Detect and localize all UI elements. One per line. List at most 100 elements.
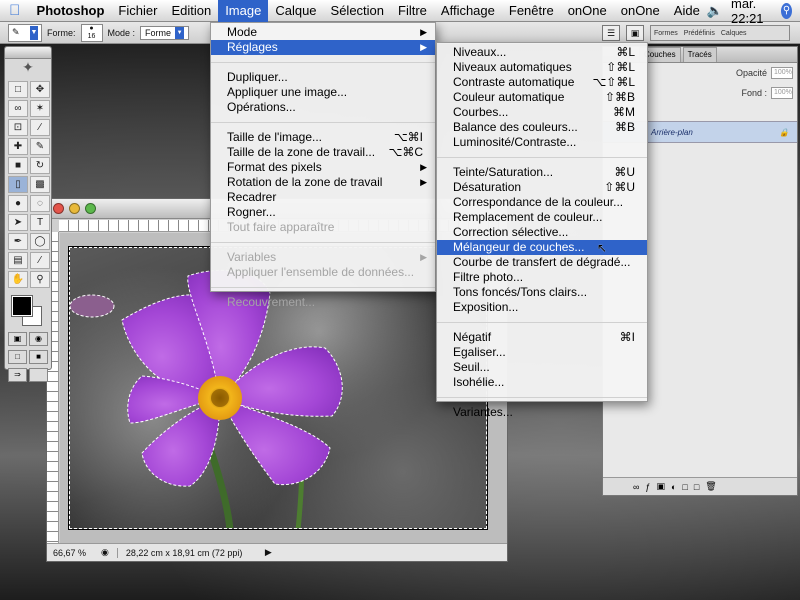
reglages-menu-item-niveaux[interactable]: Niveaux... ⌘L [437,45,647,60]
menu-clock[interactable]: mar. 22:21 [731,0,773,26]
adjustment-layer-icon[interactable]: ◐ [671,482,676,492]
jump-to-imageready-icon[interactable]: ⇒ [8,368,27,382]
menu-app-photoshop[interactable]: Photoshop [30,0,112,22]
mode-select[interactable]: Forme ▼ [140,25,190,40]
screen-mode-standard-icon[interactable]: □ [8,350,27,364]
shape-tool-icon[interactable]: ◯ [30,233,50,250]
reglages-menu-item-melangeur-de-couches[interactable]: Mélangeur de couches... ↖ [437,240,647,255]
eraser-tool-icon[interactable]: ▯ [8,176,28,193]
menu-filtre[interactable]: Filtre [391,0,434,22]
reglages-menu-item-balance-des-couleurs[interactable]: Balance des couleurs... ⌘B [437,120,647,135]
zoom-window-icon[interactable] [85,203,96,214]
image-menu-item-appliquer-une-image[interactable]: Appliquer une image... [211,85,435,100]
image-menu-item-rotation-de-la-zone-de-travail[interactable]: Rotation de la zone de travail ▶ [211,175,435,190]
palette-well-tab-formes[interactable]: Formes [651,26,681,40]
feather-logo-icon[interactable]: ✦ [5,59,51,79]
palette-well-tab-calques[interactable]: Calques [718,26,750,40]
gradient-tool-icon[interactable]: ▩ [30,176,50,193]
reglages-menu-item-correspondance-de-la-couleur[interactable]: Correspondance de la couleur... [437,195,647,210]
quick-mask-mode-icon[interactable]: ◉ [29,332,48,346]
reglages-menu-item-filtre-photo[interactable]: Filtre photo... [437,270,647,285]
zoom-tool-icon[interactable]: ⚲ [30,271,50,288]
status-icon[interactable]: ◉ [101,547,109,558]
zoom-level[interactable]: 66,67 % [53,548,93,558]
magic-wand-tool-icon[interactable]: ✶ [30,100,50,117]
menu-calque[interactable]: Calque [268,0,323,22]
minimize-window-icon[interactable] [69,203,80,214]
image-menu-item-recadrer[interactable]: Recadrer [211,190,435,205]
reglages-menu-item-negatif[interactable]: Négatif ⌘I [437,330,647,345]
brush-size-picker[interactable]: ● 16 [80,23,103,42]
menu-fichier[interactable]: Fichier [111,0,164,22]
foreground-color-swatch[interactable] [11,295,33,317]
new-group-icon[interactable]: □ [682,482,687,492]
palette-toggle-button[interactable]: ▣ [626,24,644,41]
image-menu-item-dupliquer[interactable]: Dupliquer... [211,70,435,85]
opacity-field[interactable]: 100% [771,67,793,79]
link-layers-icon[interactable]: ∞ [633,482,639,492]
image-menu-item-rogner[interactable]: Rogner... [211,205,435,220]
image-menu-item-mode[interactable]: Mode ▶ [211,25,435,40]
standard-mode-icon[interactable]: ▣ [8,332,27,346]
slice-tool-icon[interactable]: ∕ [30,119,50,136]
reglages-menu-item-couleur-automatique[interactable]: Couleur automatique ⇧⌘B [437,90,647,105]
tools-panel-titlebar[interactable] [5,47,51,59]
apple-logo-icon[interactable]:  [0,2,30,19]
reglages-menu-item-exposition[interactable]: Exposition... [437,300,647,315]
healing-brush-tool-icon[interactable]: ✚ [8,138,28,155]
blur-tool-icon[interactable]: ● [8,195,28,212]
lasso-tool-icon[interactable]: ∞ [8,100,28,117]
marquee-tool-icon[interactable]: □ [8,81,28,98]
spotlight-icon[interactable]: ⚲ [781,2,792,19]
menu-edition[interactable]: Edition [164,0,218,22]
reglages-menu-item-egaliser[interactable]: Egaliser... [437,345,647,360]
image-menu-item-taille-de-la-zone-de-travail[interactable]: Taille de la zone de travail... ⌥⌘C [211,145,435,160]
reglages-menu-item-luminosite-contraste[interactable]: Luminosité/Contraste... [437,135,647,150]
type-tool-icon[interactable]: T [30,214,50,231]
speaker-icon[interactable]: 🔈 [707,3,723,19]
status-menu-arrow-icon[interactable]: ▶ [265,547,275,558]
reglages-menu-item-teinte-saturation[interactable]: Teinte/Saturation... ⌘U [437,165,647,180]
menu-fenetre[interactable]: Fenêtre [502,0,561,22]
reglages-menu-item-contraste-automatique[interactable]: Contraste automatique ⌥⇧⌘L [437,75,647,90]
reglages-menu-item-niveaux-automatiques[interactable]: Niveaux automatiques ⇧⌘L [437,60,647,75]
layer-style-icon[interactable]: ƒ [645,482,650,492]
trash-icon[interactable]: 🗑 [705,481,716,492]
reglages-menu-item-seuil[interactable]: Seuil... [437,360,647,375]
tool-preset-picker[interactable]: ✎ ▼ [8,23,42,42]
reglages-menu-item-desaturation[interactable]: Désaturation ⇧⌘U [437,180,647,195]
menu-image[interactable]: Image [218,0,269,22]
menu-aide[interactable]: Aide [667,0,707,22]
screen-mode-full-icon[interactable]: ■ [29,350,48,364]
crop-tool-icon[interactable]: ⊡ [8,119,28,136]
stamp-tool-icon[interactable]: ■ [8,157,28,174]
palette-well-tab-predefinis[interactable]: Prédéfinis [681,26,718,40]
reglages-menu-item-tons-fonces-tons-clairs[interactable]: Tons foncés/Tons clairs... [437,285,647,300]
path-selection-tool-icon[interactable]: ➤ [8,214,28,231]
notes-tool-icon[interactable]: ▤ [8,252,28,269]
reglages-menu-item-isohelie[interactable]: Isohélie... [437,375,647,390]
image-menu-item-format-des-pixels[interactable]: Format des pixels ▶ [211,160,435,175]
history-brush-tool-icon[interactable]: ↻ [30,157,50,174]
eyedropper-tool-icon[interactable]: ⁄ [30,252,50,269]
tab-traces[interactable]: Tracés [682,47,717,62]
menu-onone-2[interactable]: onOne [614,0,667,22]
brush-tool-icon[interactable]: ✎ [30,138,50,155]
dodge-tool-icon[interactable]: ◌ [30,195,50,212]
new-layer-icon[interactable]: □ [694,482,699,492]
hand-tool-icon[interactable]: ✋ [8,271,28,288]
menu-affichage[interactable]: Affichage [434,0,502,22]
reglages-menu-item-variantes[interactable]: Variantes... [437,405,647,420]
reglages-menu-item-remplacement-de-couleur[interactable]: Remplacement de couleur... [437,210,647,225]
move-tool-icon[interactable]: ✥ [30,81,50,98]
image-menu-item-operations[interactable]: Opérations... [211,100,435,115]
fill-field[interactable]: 100% [771,87,793,99]
pen-tool-icon[interactable]: ✒ [8,233,28,250]
menu-selection[interactable]: Sélection [324,0,391,22]
reglages-menu-item-courbes[interactable]: Courbes... ⌘M [437,105,647,120]
file-browser-button[interactable]: ☰ [602,24,620,41]
layer-mask-icon[interactable]: ▣ [656,481,665,492]
reglages-menu-item-correction-selective[interactable]: Correction sélective... [437,225,647,240]
menu-onone-1[interactable]: onOne [561,0,614,22]
close-window-icon[interactable] [53,203,64,214]
